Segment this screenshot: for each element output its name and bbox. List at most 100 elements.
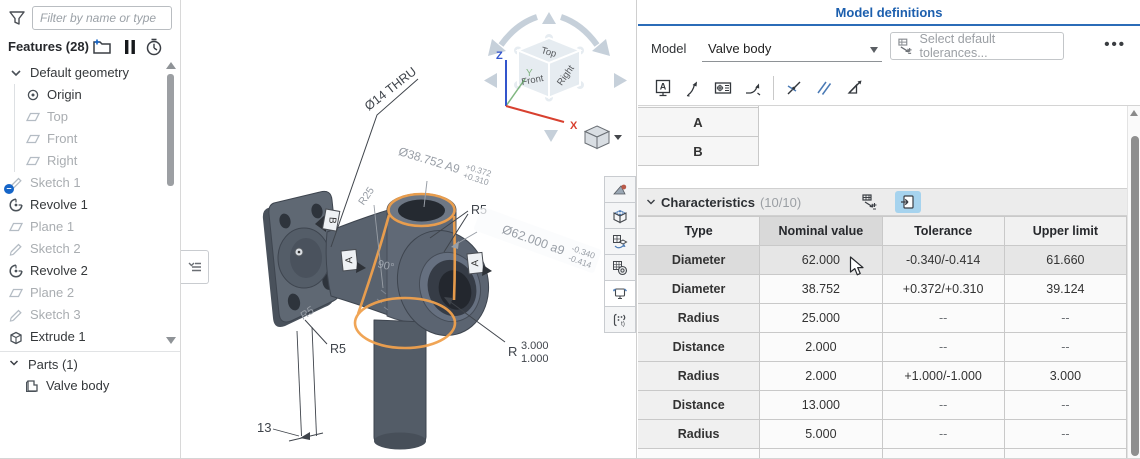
table-cell[interactable]: Radius <box>638 420 760 449</box>
graphics-viewport[interactable]: Top Front Right Z Y X <box>181 0 637 459</box>
table-cell[interactable]: Diameter <box>638 275 760 304</box>
intersection-tool-button[interactable] <box>779 76 809 100</box>
scroll-up-icon[interactable] <box>166 62 176 69</box>
table-cell[interactable]: -- <box>882 420 1004 449</box>
table-cell[interactable]: -- <box>882 333 1004 362</box>
side-tab-appearance[interactable] <box>604 176 636 203</box>
sketch-icon <box>8 241 24 257</box>
scrollbar-thumb[interactable] <box>167 74 174 186</box>
table-cell[interactable]: -- <box>1004 391 1126 420</box>
column-header-nominal-value[interactable]: Nominal value <box>760 217 882 246</box>
sketch-icon: – <box>8 175 24 191</box>
tree-item-default-geometry[interactable]: Default geometry <box>0 62 162 84</box>
part-item-valve-body[interactable]: Valve body <box>0 375 180 397</box>
view-cube[interactable]: Top Front Right <box>513 33 585 103</box>
table-cell[interactable]: -- <box>882 304 1004 333</box>
characteristic-row[interactable]: Distance2.000---- <box>638 333 1127 362</box>
parts-header[interactable]: Parts (1) <box>0 353 180 375</box>
table-cell[interactable]: 2.000 <box>760 362 882 391</box>
characteristic-row[interactable]: Radius5.000---- <box>638 420 1127 449</box>
column-header-type[interactable]: Type <box>638 217 760 246</box>
datum-row-a[interactable]: A <box>638 107 759 137</box>
tree-item-sketch-1[interactable]: –Sketch 1 <box>0 172 162 194</box>
filter-input[interactable] <box>32 6 172 30</box>
datum-row-b[interactable]: B <box>638 136 759 166</box>
tree-item-extrude-1[interactable]: Extrude 1 <box>0 326 162 348</box>
table-cell[interactable]: Distance <box>638 333 760 362</box>
scrollbar-thumb[interactable] <box>1131 136 1139 456</box>
column-header-upper-limit[interactable]: Upper limit <box>1004 217 1126 246</box>
characteristic-row[interactable]: Diameter62.000-0.340/-0.41461.660 <box>638 246 1127 275</box>
table-cell[interactable]: -- <box>1004 333 1126 362</box>
tree-item-origin[interactable]: Origin <box>15 84 162 106</box>
parallelism-tool-button[interactable] <box>809 76 839 100</box>
characteristics-header[interactable]: Characteristics (10/10) <box>638 188 1140 216</box>
table-cell[interactable]: 62.000 <box>760 246 882 275</box>
column-header-tolerance[interactable]: Tolerance <box>882 217 1004 246</box>
dimension-panel-tool-button[interactable] <box>708 76 738 100</box>
side-tab-tolerance-cube[interactable] <box>604 202 636 229</box>
characteristic-row[interactable]: Radius2.000+1.000/-1.0003.000 <box>638 362 1127 391</box>
datum-tool-button[interactable] <box>839 76 869 100</box>
model-dropdown[interactable]: Valve body <box>702 34 882 62</box>
view-options-button[interactable] <box>585 126 622 149</box>
scroll-up-icon[interactable] <box>1130 110 1138 116</box>
filter-icon[interactable] <box>8 9 26 27</box>
overflow-menu-button[interactable]: ••• <box>1104 36 1126 53</box>
table-cell[interactable]: 25.000 <box>760 304 882 333</box>
table-cell[interactable]: -0.340/-0.414 <box>882 246 1004 275</box>
table-cell[interactable]: -- <box>1004 304 1126 333</box>
add-folder-icon[interactable] <box>92 37 112 57</box>
chevron-down-icon <box>870 47 878 53</box>
table-cell[interactable]: 3.000 <box>1004 362 1126 391</box>
characteristic-row[interactable]: Diameter38.752+0.372/+0.31039.124 <box>638 275 1127 304</box>
tree-item-top[interactable]: Top <box>15 106 162 128</box>
leader-arrow-tool-button[interactable] <box>678 76 708 100</box>
select-default-tolerances-button[interactable]: Select default tolerances... <box>890 32 1064 60</box>
tree-item-front[interactable]: Front <box>15 128 162 150</box>
table-cell[interactable]: -- <box>882 391 1004 420</box>
datum-flag-a2[interactable]: A <box>467 252 492 276</box>
side-tab-rotate-cube[interactable] <box>604 228 636 255</box>
side-tab-inspection[interactable] <box>604 254 636 281</box>
table-cell[interactable]: -- <box>1004 420 1126 449</box>
table-cell[interactable]: +1.000/-1.000 <box>882 362 1004 391</box>
characteristic-row[interactable]: Distance13.000---- <box>638 391 1127 420</box>
suspend-icon[interactable] <box>120 37 140 57</box>
tree-item-sketch-2[interactable]: Sketch 2 <box>0 238 162 260</box>
annotation-label-tool-button[interactable]: A <box>648 76 678 100</box>
table-cell[interactable]: 5.000 <box>760 420 882 449</box>
tree-item-revolve-2[interactable]: Revolve 2 <box>0 260 162 282</box>
tree-item-sketch-3[interactable]: Sketch 3 <box>0 304 162 326</box>
tree-item-plane-1[interactable]: Plane 1 <box>0 216 162 238</box>
tree-item-plane-2[interactable]: Plane 2 <box>0 282 162 304</box>
table-cell[interactable]: Radius <box>638 362 760 391</box>
apply-default-tolerances-button[interactable] <box>857 191 883 213</box>
valve-body-model[interactable] <box>263 191 500 449</box>
table-cell[interactable]: 13.000 <box>760 391 882 420</box>
feature-tree-panel: Features (28) Default geometryOriginTopF… <box>0 0 181 459</box>
table-cell[interactable]: Diameter <box>638 246 760 275</box>
side-tab-expressions[interactable]: t) <box>604 306 636 333</box>
characteristic-row[interactable]: Radius25.000---- <box>638 304 1127 333</box>
rollback-icon[interactable] <box>144 37 164 57</box>
export-characteristics-button[interactable] <box>895 191 921 213</box>
table-cell[interactable]: Distance <box>638 391 760 420</box>
scroll-down-icon[interactable] <box>166 337 176 344</box>
tree-item-right[interactable]: Right <box>15 150 162 172</box>
dim-radius-5-bottom[interactable]: R5 <box>305 320 346 356</box>
dim-length-13[interactable]: 13 <box>257 327 323 441</box>
tree-scrollbar[interactable] <box>165 62 177 350</box>
table-cell[interactable]: 38.752 <box>760 275 882 304</box>
table-cell[interactable]: 39.124 <box>1004 275 1126 304</box>
panel-scrollbar[interactable] <box>1127 106 1140 459</box>
panel-title: Model definitions <box>638 5 1140 20</box>
side-tab-machine[interactable] <box>604 280 636 307</box>
table-cell[interactable]: 2.000 <box>760 333 882 362</box>
table-cell[interactable]: 61.660 <box>1004 246 1126 275</box>
table-cell[interactable]: +0.372/+0.310 <box>882 275 1004 304</box>
bend-dimension-tool-button[interactable] <box>738 76 768 100</box>
collapse-tree-button[interactable] <box>181 250 209 284</box>
table-cell[interactable]: Radius <box>638 304 760 333</box>
tree-item-revolve-1[interactable]: Revolve 1 <box>0 194 162 216</box>
